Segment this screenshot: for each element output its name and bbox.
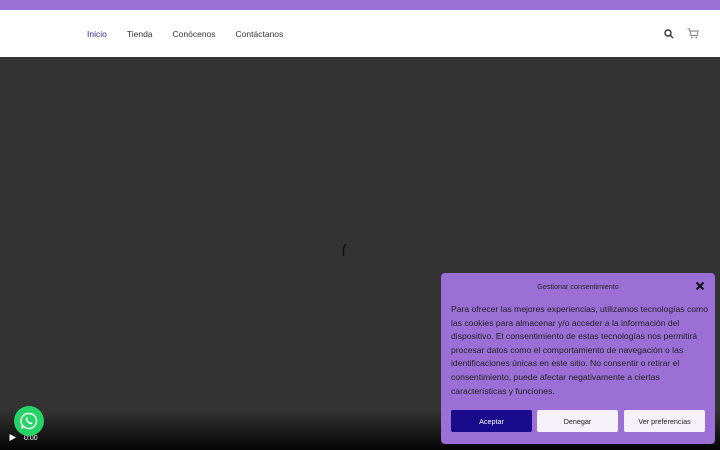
search-icon[interactable] [662,27,676,41]
consent-title: Gestionar consentimiento [537,282,619,291]
nav-item-inicio[interactable]: Inicio [87,29,107,39]
consent-body: Para ofrecer las mejores experiencias, u… [451,304,708,396]
site-header: Inicio Tienda Conócenos Contáctanos [0,10,720,57]
header-icons [652,10,700,57]
nav-item-conocenos[interactable]: Conócenos [173,29,216,39]
cart-icon[interactable] [686,27,700,41]
close-icon[interactable] [695,281,705,291]
main-nav: Inicio Tienda Conócenos Contáctanos [87,10,303,57]
accept-button[interactable]: Aceptar [451,410,532,432]
nav-item-tienda[interactable]: Tienda [127,29,153,39]
play-icon[interactable] [8,433,17,442]
nav-item-contactanos[interactable]: Contáctanos [236,29,284,39]
whatsapp-button[interactable] [14,406,44,436]
top-accent-strip [0,0,720,10]
view-preferences-button[interactable]: Ver preferencias [624,410,705,432]
cookie-consent-dialog: Gestionar consentimiento Para ofrecer la… [441,273,715,444]
video-time: 0:00 [24,435,38,442]
deny-button[interactable]: Denegar [537,410,618,432]
whatsapp-icon [20,412,38,430]
loading-spinner-icon [342,243,347,257]
